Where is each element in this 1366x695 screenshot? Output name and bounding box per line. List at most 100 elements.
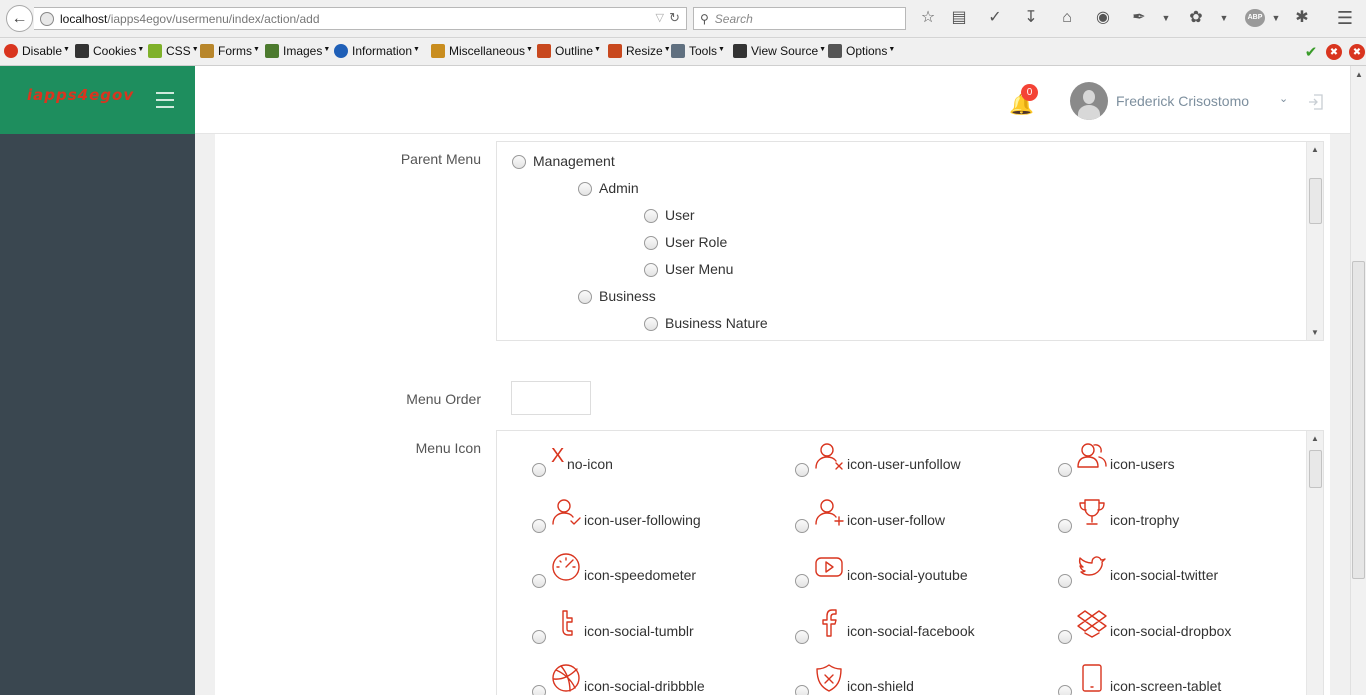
menu-icon-radio[interactable] [1058,629,1072,644]
reload-icon[interactable]: ↻ [669,10,680,26]
adblock-menu-icon[interactable]: ▼ [1266,8,1286,28]
menu-icon-option-label[interactable]: icon-social-tumblr [584,623,694,639]
menu-icon-option-label[interactable]: icon-social-twitter [1110,567,1218,583]
menu-icon-radio[interactable] [532,463,546,477]
menu-order-input[interactable] [511,381,591,415]
bookmark-star-icon[interactable]: ☆ [918,8,938,28]
parent-menu-radio[interactable] [578,290,592,304]
icon-scroll-thumb[interactable] [1309,450,1322,488]
parent-menu-radio[interactable] [512,155,526,169]
menu-icon-radio[interactable] [532,685,546,695]
devbar-options-menu[interactable]: Options ▼ [828,44,895,58]
parent-menu-radio[interactable] [644,209,658,223]
devbar-disable-menu[interactable]: Disable ▼ [4,44,70,58]
download-icon[interactable]: ↧ [1021,8,1041,28]
menu-icon-option-label[interactable]: icon-user-following [584,512,701,528]
menu-icon-radio[interactable] [1058,463,1072,477]
tablet-icon [1077,663,1107,693]
menu-icon-option-label[interactable]: icon-user-follow [847,512,945,528]
icon-scrollbar[interactable]: ▲ [1306,431,1323,695]
menu-icon-option-label[interactable]: icon-users [1110,456,1175,472]
parent-menu-radio[interactable] [644,236,658,250]
devbar-information-menu[interactable]: Information ▼ [334,44,420,58]
menu-icon-radio[interactable] [532,574,546,588]
hamburger-menu-icon[interactable] [156,92,174,113]
tree-scrollbar[interactable]: ▲ ▼ [1306,142,1323,340]
scroll-up-icon[interactable]: ▲ [1311,145,1319,154]
menu-icon-option-label[interactable]: icon-speedometer [584,567,696,583]
pocket-icon[interactable]: ✓ [985,8,1005,28]
menu-icon-option-label[interactable]: icon-social-dropbox [1110,623,1231,639]
url-bar[interactable]: localhost/iapps4egov/usermenu/index/acti… [34,7,687,30]
scroll-down-icon[interactable]: ▼ [1311,328,1319,337]
menu-icon[interactable]: ☰ [1335,8,1355,28]
dropdown-arrow-icon[interactable]: ▽ [656,11,664,24]
devbar-view-source-menu[interactable]: View Source ▼ [733,44,826,58]
parent-menu-radio[interactable] [644,263,658,277]
menu-icon-radio[interactable] [1058,518,1072,533]
menu-icon-radio[interactable] [795,629,809,644]
devbar-forms-menu[interactable]: Forms ▼ [200,44,260,58]
menu-icon-option-label[interactable]: icon-screen-tablet [1110,678,1221,694]
parent-menu-option-label[interactable]: Management [533,153,615,169]
check-icon[interactable]: ✔ [1303,44,1319,61]
back-button[interactable]: ← [6,5,33,32]
menu-icon-radio[interactable] [532,629,546,644]
search-placeholder: Search [714,11,753,26]
tree-scroll-thumb[interactable] [1309,178,1322,224]
devbar-css-menu[interactable]: CSS ▼ [148,44,199,58]
devbar-images-menu[interactable]: Images ▼ [265,44,330,58]
parent-menu-tree[interactable]: ▲ ▼ Management Admin User User Role User Men… [496,141,1324,341]
menu-icon-radio[interactable] [1058,685,1072,695]
user-name[interactable]: Frederick Crisostomo [1116,93,1249,109]
menu-icon-option-label[interactable]: icon-trophy [1110,512,1179,528]
menu-icon-radio[interactable] [532,518,546,533]
chat-icon[interactable]: ◉ [1093,8,1113,28]
parent-menu-option-label[interactable]: User Menu [665,261,733,277]
menu-icon-option-label[interactable]: icon-user-unfollow [847,456,961,472]
devbar-outline-menu[interactable]: Outline ▼ [537,44,601,58]
search-bar[interactable]: ⚲ Search [693,7,906,30]
home-icon[interactable]: ⌂ [1057,8,1077,28]
page-scroll-thumb[interactable] [1352,261,1365,579]
bug-icon[interactable]: ✿ [1186,8,1206,28]
menu-icon-radio[interactable] [1058,574,1072,588]
menu-icon-radio[interactable] [795,574,809,588]
logout-icon[interactable] [1307,93,1325,111]
menu-icon-radio[interactable] [795,463,809,477]
menu-icon-radio[interactable] [795,685,809,695]
parent-menu-radio[interactable] [644,317,658,331]
menu-icon-picker[interactable]: ▲ Xno-icon icon-user-unfollow icon-users ic… [496,430,1324,695]
devbar-tools-menu[interactable]: Tools ▼ [671,44,725,58]
bug-menu-icon[interactable]: ▼ [1214,8,1234,28]
close-toolbar-icon[interactable]: ✖ [1349,44,1365,60]
extension-icon[interactable]: ✱ [1292,8,1312,28]
menu-icon-option-label[interactable]: icon-social-dribbble [584,678,705,694]
menu-icon-option-label[interactable]: icon-social-youtube [847,567,968,583]
parent-menu-option-label[interactable]: User [665,207,695,223]
devbar-resize-menu[interactable]: Resize ▼ [608,44,671,58]
menu-icon-option-label[interactable]: no-icon [567,456,613,472]
adblock-icon[interactable]: ABP [1245,9,1265,27]
scroll-up-icon[interactable]: ▲ [1311,434,1319,443]
caret-down-icon: ▼ [191,45,199,53]
brand-logo[interactable]: iapps4egov [27,86,134,104]
eyedropper-icon[interactable]: ✒ [1129,8,1149,28]
error-icon[interactable]: ✖ [1326,44,1342,60]
devbar-cookies-menu[interactable]: Cookies ▼ [75,44,144,58]
devbar-miscellaneous-menu[interactable]: Miscellaneous ▼ [431,44,533,58]
chevron-down-icon[interactable]: ⌄ [1279,92,1288,105]
eyedropper-menu-icon[interactable]: ▼ [1156,8,1176,28]
parent-menu-option-label[interactable]: Business [599,288,656,304]
parent-menu-option-label[interactable]: User Role [665,234,727,250]
parent-menu-radio[interactable] [578,182,592,196]
parent-menu-option-label[interactable]: Admin [599,180,639,196]
reading-list-icon[interactable]: ▤ [949,8,969,28]
scroll-up-icon[interactable]: ▲ [1355,70,1363,79]
avatar[interactable] [1070,82,1108,120]
page-scrollbar[interactable]: ▲ [1350,66,1366,695]
menu-icon-option-label[interactable]: icon-social-facebook [847,623,975,639]
menu-icon-radio[interactable] [795,518,809,533]
menu-icon-option-label[interactable]: icon-shield [847,678,914,694]
parent-menu-option-label[interactable]: Business Nature [665,315,768,331]
